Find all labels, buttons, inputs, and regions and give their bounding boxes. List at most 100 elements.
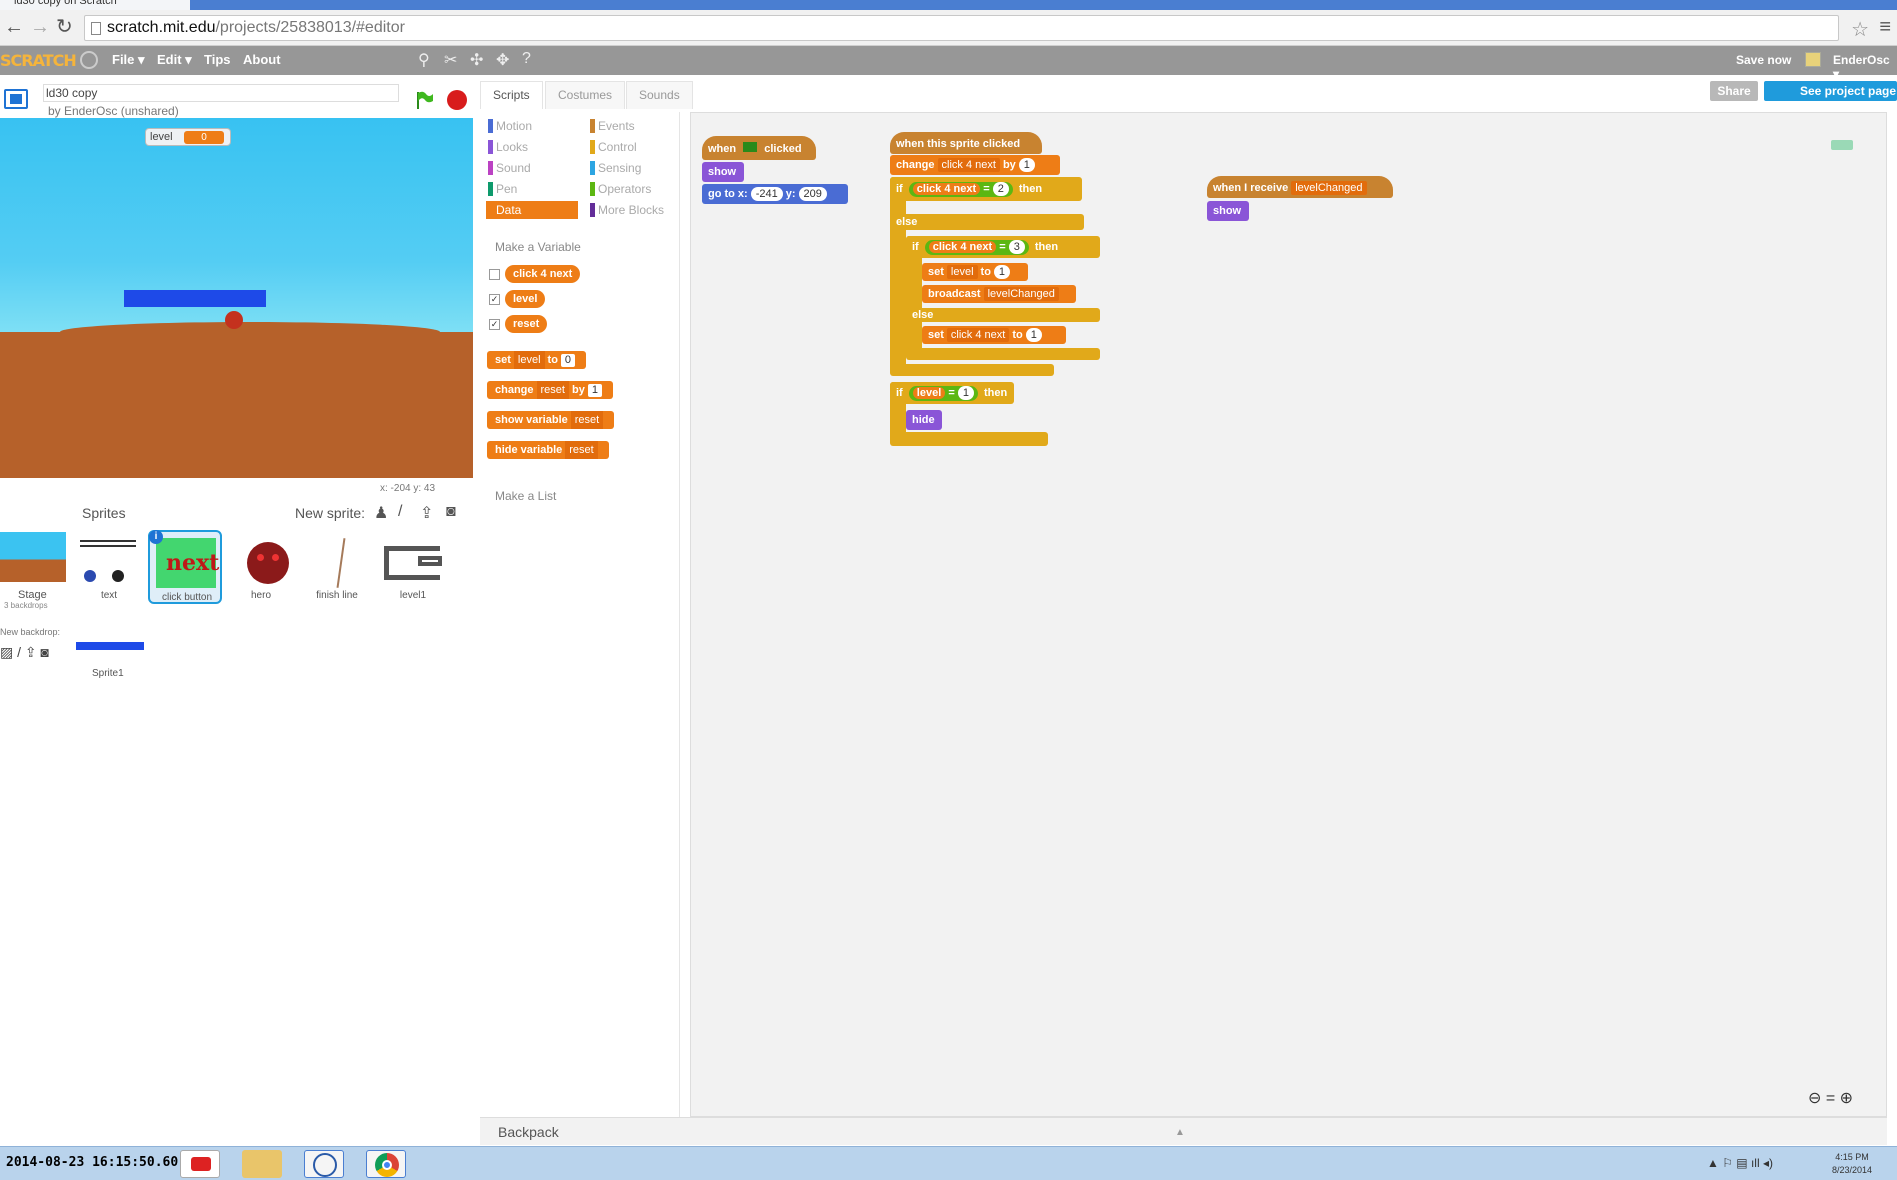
block-dropdown[interactable]: levelChanged — [1291, 181, 1367, 195]
fullscreen-icon[interactable] — [4, 89, 28, 109]
sprite1-platform[interactable] — [124, 290, 266, 307]
change-variable-block[interactable]: change click 4 next by 1 — [890, 155, 1060, 175]
delete-scissors-icon[interactable]: ✂ — [444, 50, 457, 70]
duplicate-stamp-icon[interactable]: ⚲ — [418, 50, 430, 70]
green-flag-icon[interactable] — [414, 90, 434, 110]
stage[interactable]: level 0 — [0, 118, 473, 478]
category-control[interactable]: Control — [588, 138, 680, 156]
sprite-text[interactable]: text — [72, 530, 146, 604]
broadcast-block[interactable]: broadcast levelChanged — [922, 285, 1076, 303]
block-input[interactable]: 1 — [993, 265, 1011, 279]
script-area[interactable] — [690, 112, 1887, 1117]
block-dropdown[interactable]: click 4 next — [946, 328, 1010, 342]
block-dropdown[interactable]: reset — [536, 381, 569, 399]
share-button[interactable]: Share — [1710, 81, 1758, 101]
block-input[interactable]: 0 — [560, 354, 576, 367]
category-events[interactable]: Events — [588, 117, 680, 135]
variable-reporter[interactable]: reset — [505, 315, 548, 333]
reload-icon[interactable]: ↻ — [56, 16, 73, 38]
block-input[interactable]: 1 — [1025, 328, 1042, 342]
variable-reporter[interactable]: level — [912, 387, 946, 399]
hide-block[interactable]: hide — [906, 410, 942, 430]
block-dropdown[interactable]: level — [513, 351, 545, 369]
category-pen[interactable]: Pen — [486, 180, 578, 198]
project-title-input[interactable]: ld30 copy — [43, 84, 399, 102]
youtube-icon[interactable] — [180, 1150, 220, 1178]
block-input[interactable]: -241 — [750, 187, 783, 201]
chrome-icon[interactable] — [366, 1150, 406, 1178]
block-input[interactable]: 1 — [957, 386, 974, 400]
bookmark-star-icon[interactable]: ☆ — [1851, 17, 1869, 42]
variable-reporter[interactable]: click 4 next — [505, 265, 581, 283]
show-variable-block[interactable]: show variable reset — [487, 411, 615, 429]
url-input[interactable]: scratch.mit.edu/projects/25838013/#edito… — [84, 15, 1839, 41]
upload-sprite-icon[interactable]: ⇪ — [420, 503, 433, 523]
block-input[interactable]: 3 — [1008, 240, 1025, 254]
equals-operator[interactable]: click 4 next = 2 — [908, 182, 1013, 197]
when-flag-clicked-block[interactable]: when clicked — [702, 136, 816, 160]
show-block[interactable]: show — [1207, 201, 1249, 221]
category-sensing[interactable]: Sensing — [588, 159, 680, 177]
set-variable-block[interactable]: set click 4 next to 1 — [922, 326, 1066, 344]
category-data[interactable]: Data — [486, 201, 578, 219]
if-then-block[interactable]: if level = 1 then — [890, 382, 1014, 404]
variable-reporter[interactable]: click 4 next — [928, 241, 997, 253]
change-variable-block[interactable]: change reset by 1 — [487, 381, 613, 399]
equals-operator[interactable]: click 4 next = 3 — [924, 240, 1029, 255]
category-looks[interactable]: Looks — [486, 138, 578, 156]
file-explorer-icon[interactable] — [242, 1150, 282, 1178]
save-now-link[interactable]: Save now — [1736, 53, 1791, 67]
when-sprite-clicked-block[interactable]: when this sprite clicked — [890, 132, 1042, 154]
block-input[interactable]: 2 — [992, 182, 1009, 196]
menu-file[interactable]: File ▾ — [112, 52, 145, 68]
browser-menu-icon[interactable]: ≡ — [1879, 16, 1891, 39]
zoom-in-icon[interactable]: ⊕ — [1840, 1090, 1853, 1107]
category-sound[interactable]: Sound — [486, 159, 578, 177]
inner-if-else-block[interactable]: if click 4 next = 3 then — [906, 236, 1100, 258]
block-dropdown[interactable]: levelChanged — [983, 287, 1059, 301]
if-else-block[interactable]: if click 4 next = 2 then — [890, 177, 1082, 201]
variable-checkbox[interactable]: ✓ — [489, 294, 500, 305]
hide-variable-block[interactable]: hide variable reset — [487, 441, 609, 459]
sprite-hero[interactable]: hero — [224, 530, 298, 604]
set-variable-block[interactable]: set level to 0 — [487, 351, 587, 369]
stop-sign-icon[interactable] — [447, 90, 467, 110]
browser-tab[interactable]: ld30 copy on Scratch — [0, 0, 190, 10]
block-input[interactable]: 1 — [587, 384, 602, 397]
menu-about[interactable]: About — [243, 52, 281, 67]
block-input[interactable]: 1 — [1018, 158, 1035, 172]
tab-scripts[interactable]: Scripts — [480, 81, 543, 109]
tab-sounds[interactable]: Sounds — [626, 81, 693, 109]
backpack-arrow-icon[interactable]: ▲ — [1175, 1127, 1185, 1138]
menu-tips[interactable]: Tips — [204, 52, 231, 67]
system-tray-icons[interactable]: ▲ ⚐ ▤ ıll ◂) — [1707, 1156, 1773, 1170]
variable-monitor-level[interactable]: level 0 — [145, 128, 231, 146]
make-list-button[interactable]: Make a List — [495, 489, 556, 503]
category-operators[interactable]: Operators — [588, 180, 680, 198]
block-dropdown[interactable]: level — [946, 265, 978, 279]
stage-thumbnail[interactable] — [0, 532, 66, 582]
choose-sprite-library-icon[interactable]: ♟ — [374, 503, 388, 523]
variable-checkbox[interactable]: ✓ — [489, 319, 500, 330]
taskbar-clock[interactable]: 4:15 PM 8/23/2014 — [1832, 1151, 1872, 1177]
block-dropdown[interactable]: reset — [570, 411, 604, 429]
language-globe-icon[interactable] — [80, 51, 98, 69]
paint-new-sprite-icon[interactable]: / — [398, 503, 402, 521]
sprite-finish-line[interactable]: finish line — [300, 530, 374, 604]
variable-checkbox[interactable] — [489, 269, 500, 280]
make-variable-button[interactable]: Make a Variable — [495, 240, 581, 254]
hero-sprite[interactable] — [225, 311, 243, 329]
back-icon[interactable]: ← — [4, 16, 24, 38]
shrink-icon[interactable]: ✥ — [496, 50, 509, 70]
sprite-info-icon[interactable]: i — [149, 530, 163, 544]
variable-reporter[interactable]: click 4 next — [912, 183, 981, 195]
category-motion[interactable]: Motion — [486, 117, 578, 135]
category-more-blocks[interactable]: More Blocks — [588, 201, 680, 219]
help-icon[interactable]: ? — [522, 50, 531, 68]
equals-operator[interactable]: level = 1 — [908, 386, 978, 401]
block-input[interactable]: 209 — [798, 187, 827, 201]
block-dropdown[interactable]: click 4 next — [937, 158, 1000, 172]
new-backdrop-icons[interactable]: ▨ / ⇪ ◙ — [0, 644, 49, 661]
goto-xy-block[interactable]: go to x: -241 y: 209 — [702, 184, 848, 204]
when-i-receive-block[interactable]: when I receive levelChanged — [1207, 176, 1393, 198]
